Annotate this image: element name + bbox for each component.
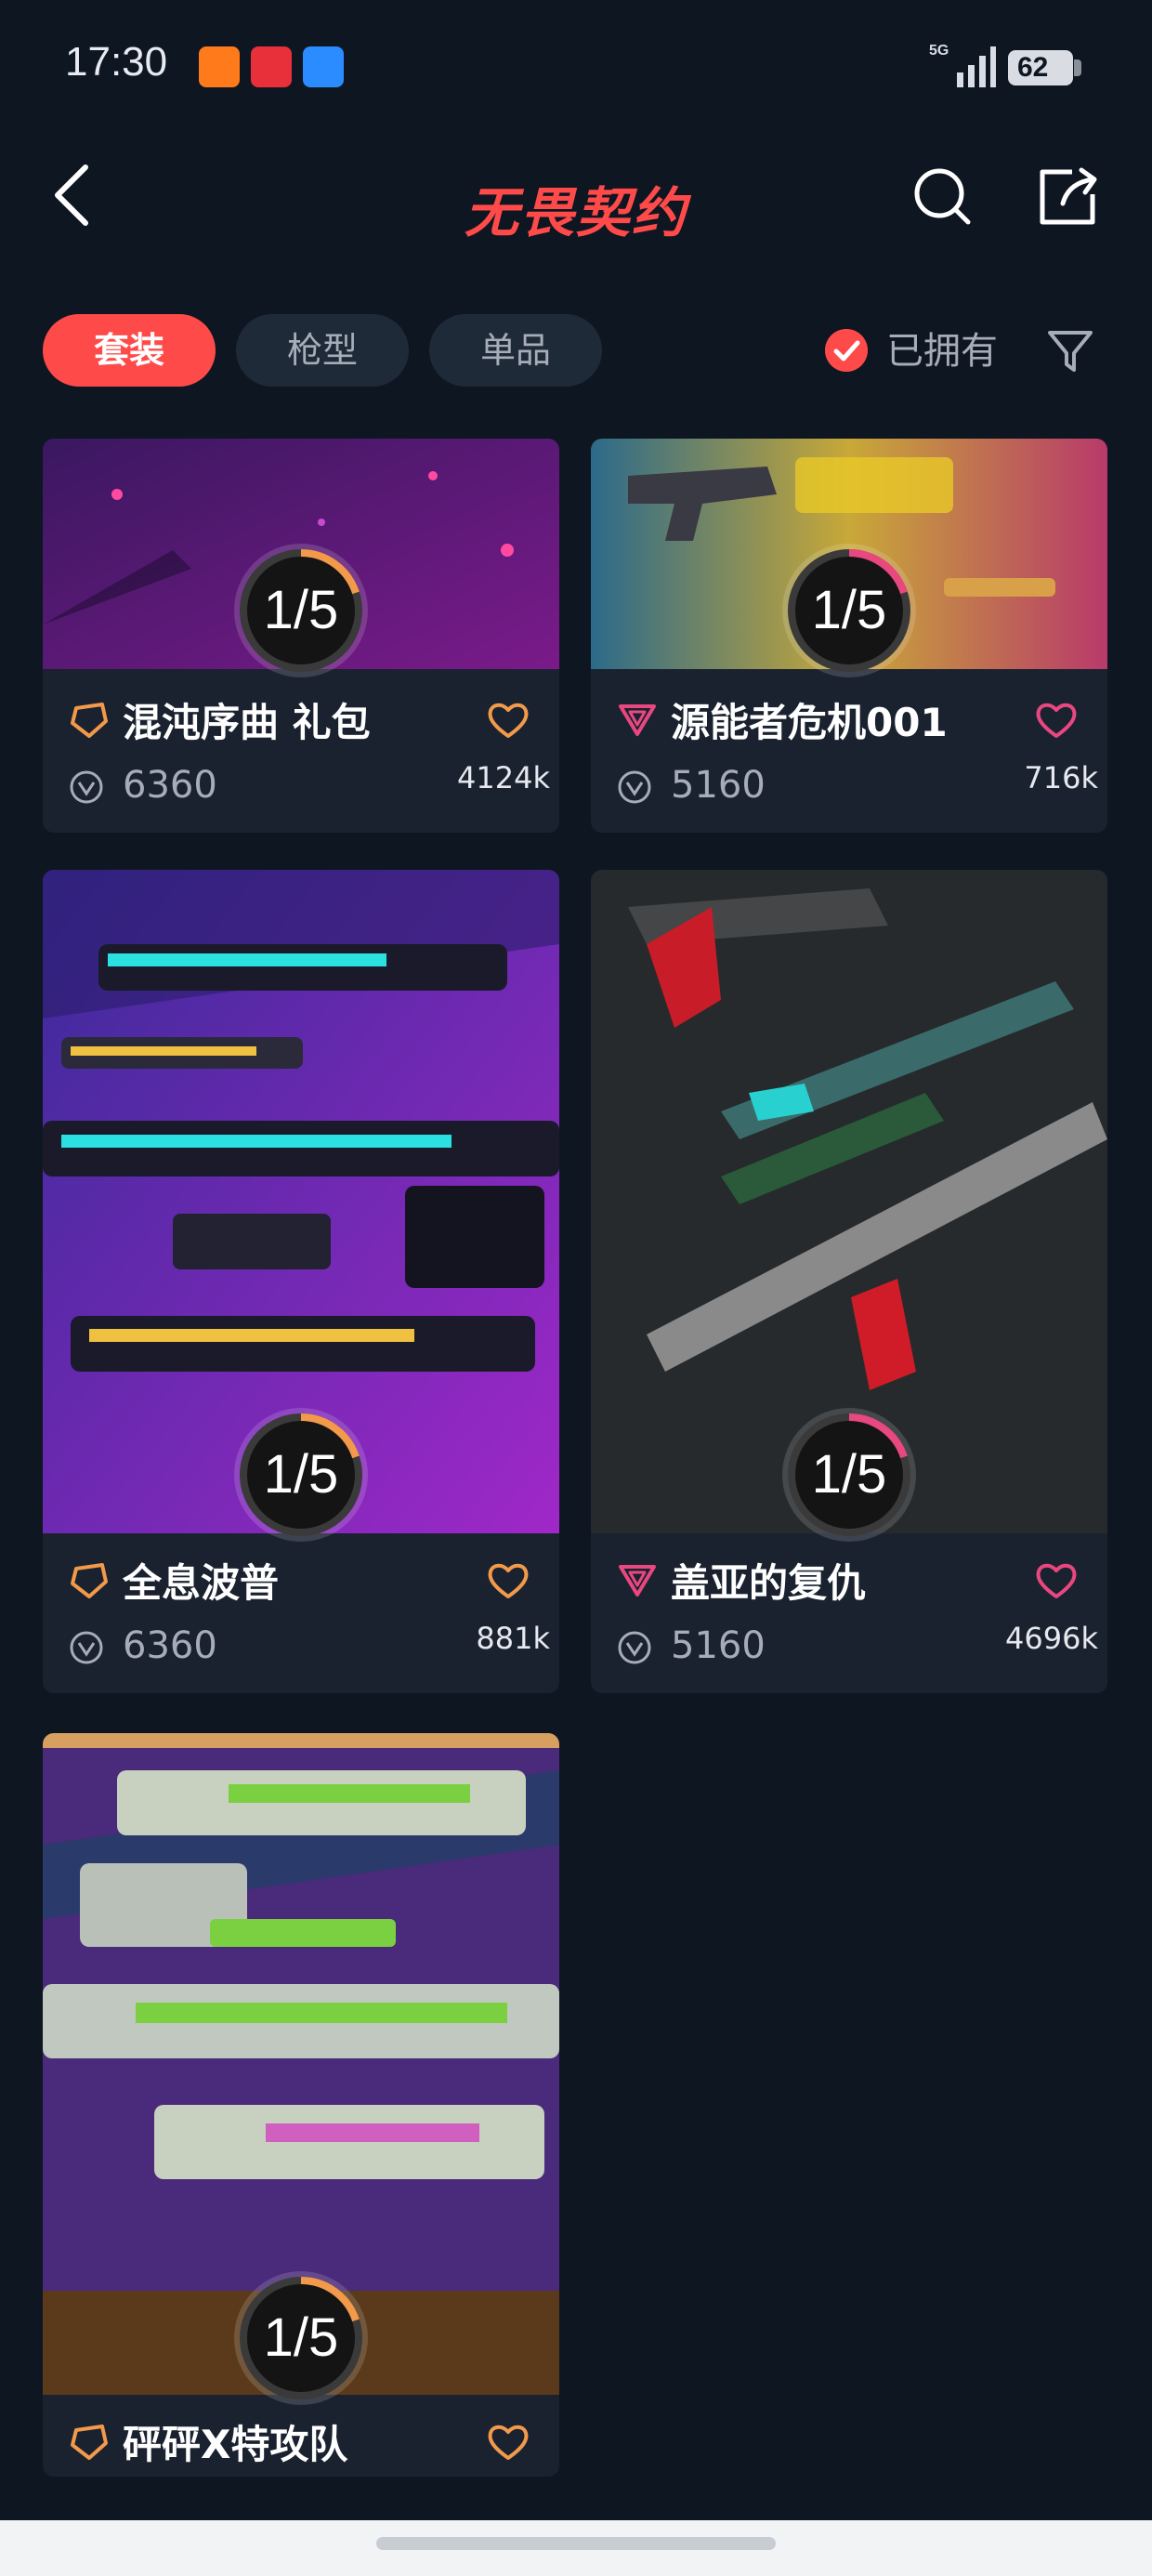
share-icon[interactable] <box>1035 163 1102 230</box>
page-title: 无畏契约 <box>464 181 687 244</box>
filter-icon[interactable] <box>1042 323 1098 379</box>
deluxe-tier-icon <box>619 1565 656 1597</box>
bundle-price: 6360 <box>123 764 217 807</box>
battery-icon <box>1074 59 1081 76</box>
premium-tier-icon <box>71 703 108 738</box>
tab-bundles[interactable]: 套装 <box>43 314 216 387</box>
like-count: 881k <box>476 1621 550 1656</box>
heart-icon[interactable] <box>1035 699 1078 740</box>
owned-checkbox-icon[interactable] <box>825 329 868 372</box>
progress-count: 1/5 <box>263 2307 339 2368</box>
home-indicator[interactable] <box>376 2537 776 2550</box>
progress-count: 1/5 <box>263 1444 339 1505</box>
heart-icon[interactable] <box>487 699 530 740</box>
like-count: 716k <box>1024 760 1098 795</box>
heart-icon[interactable] <box>487 2421 530 2462</box>
vp-coin-icon <box>70 770 103 804</box>
bundle-card[interactable]: 盖亚的复仇 5160 4696k <box>591 870 1107 1693</box>
vp-coin-icon <box>70 1631 103 1664</box>
progress-badge: 1/5 <box>231 2268 371 2408</box>
premium-tier-icon <box>71 1563 108 1598</box>
tab-single-items[interactable]: 单品 <box>429 314 602 387</box>
progress-badge: 1/5 <box>779 1405 919 1544</box>
progress-count: 1/5 <box>263 580 339 640</box>
progress-count: 1/5 <box>811 580 887 640</box>
bundle-price: 6360 <box>123 1624 217 1667</box>
battery-level: 62 <box>1008 50 1073 85</box>
bundle-name: 全息波普 <box>123 1560 280 1606</box>
bundle-price: 5160 <box>671 1624 766 1667</box>
bundle-name: 砰砰X特攻队 <box>123 2422 348 2467</box>
owned-filter-label[interactable]: 已拥有 <box>886 325 998 377</box>
like-count: 4124k <box>457 760 550 795</box>
status-bar: 17:30 5G 62 <box>0 0 1152 139</box>
heart-icon[interactable] <box>1035 1559 1078 1600</box>
status-time: 17:30 <box>65 39 168 85</box>
heart-icon[interactable] <box>487 1559 530 1600</box>
bundle-name: 源能者危机001 <box>671 700 948 745</box>
progress-count: 1/5 <box>811 1444 887 1505</box>
app-icon-red <box>251 46 292 87</box>
network-label: 5G <box>929 43 949 59</box>
vp-coin-icon <box>618 1631 651 1664</box>
app-icon-blue <box>303 46 344 87</box>
bundle-name: 盖亚的复仇 <box>671 1560 867 1606</box>
deluxe-tier-icon <box>619 704 656 736</box>
bundle-price: 5160 <box>671 764 766 807</box>
app-icon-orange <box>199 46 240 87</box>
bundle-card[interactable]: 全息波普 6360 881k <box>43 870 559 1693</box>
bundle-name: 混沌序曲 礼包 <box>123 700 371 745</box>
progress-badge: 1/5 <box>231 541 371 680</box>
tab-weapon-type[interactable]: 枪型 <box>236 314 409 387</box>
premium-tier-icon <box>71 2425 108 2460</box>
progress-badge: 1/5 <box>231 1405 371 1544</box>
like-count: 4696k <box>1005 1621 1098 1656</box>
vp-coin-icon <box>618 770 651 804</box>
search-icon[interactable] <box>909 163 975 230</box>
progress-badge: 1/5 <box>779 541 919 680</box>
